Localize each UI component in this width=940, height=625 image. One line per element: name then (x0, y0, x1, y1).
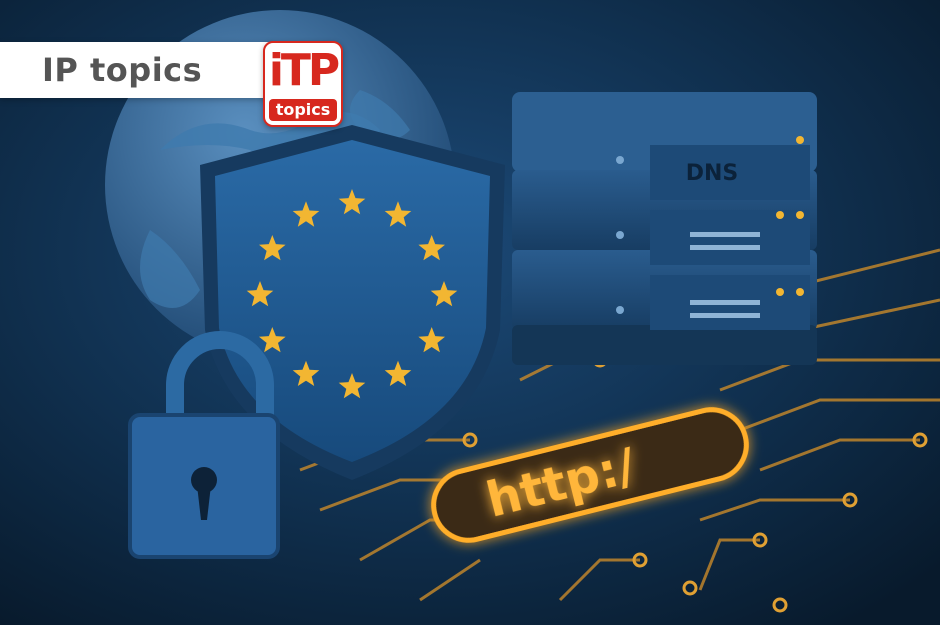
logo-word: topics (269, 99, 337, 121)
logo-mark: iTP (268, 45, 340, 96)
brand-banner: IP topics (0, 42, 272, 98)
dns-server: DNS (512, 92, 817, 365)
brand-logo: iTP topics (263, 41, 343, 127)
brand-title: IP topics (42, 51, 203, 89)
server-label: DNS (686, 161, 739, 186)
